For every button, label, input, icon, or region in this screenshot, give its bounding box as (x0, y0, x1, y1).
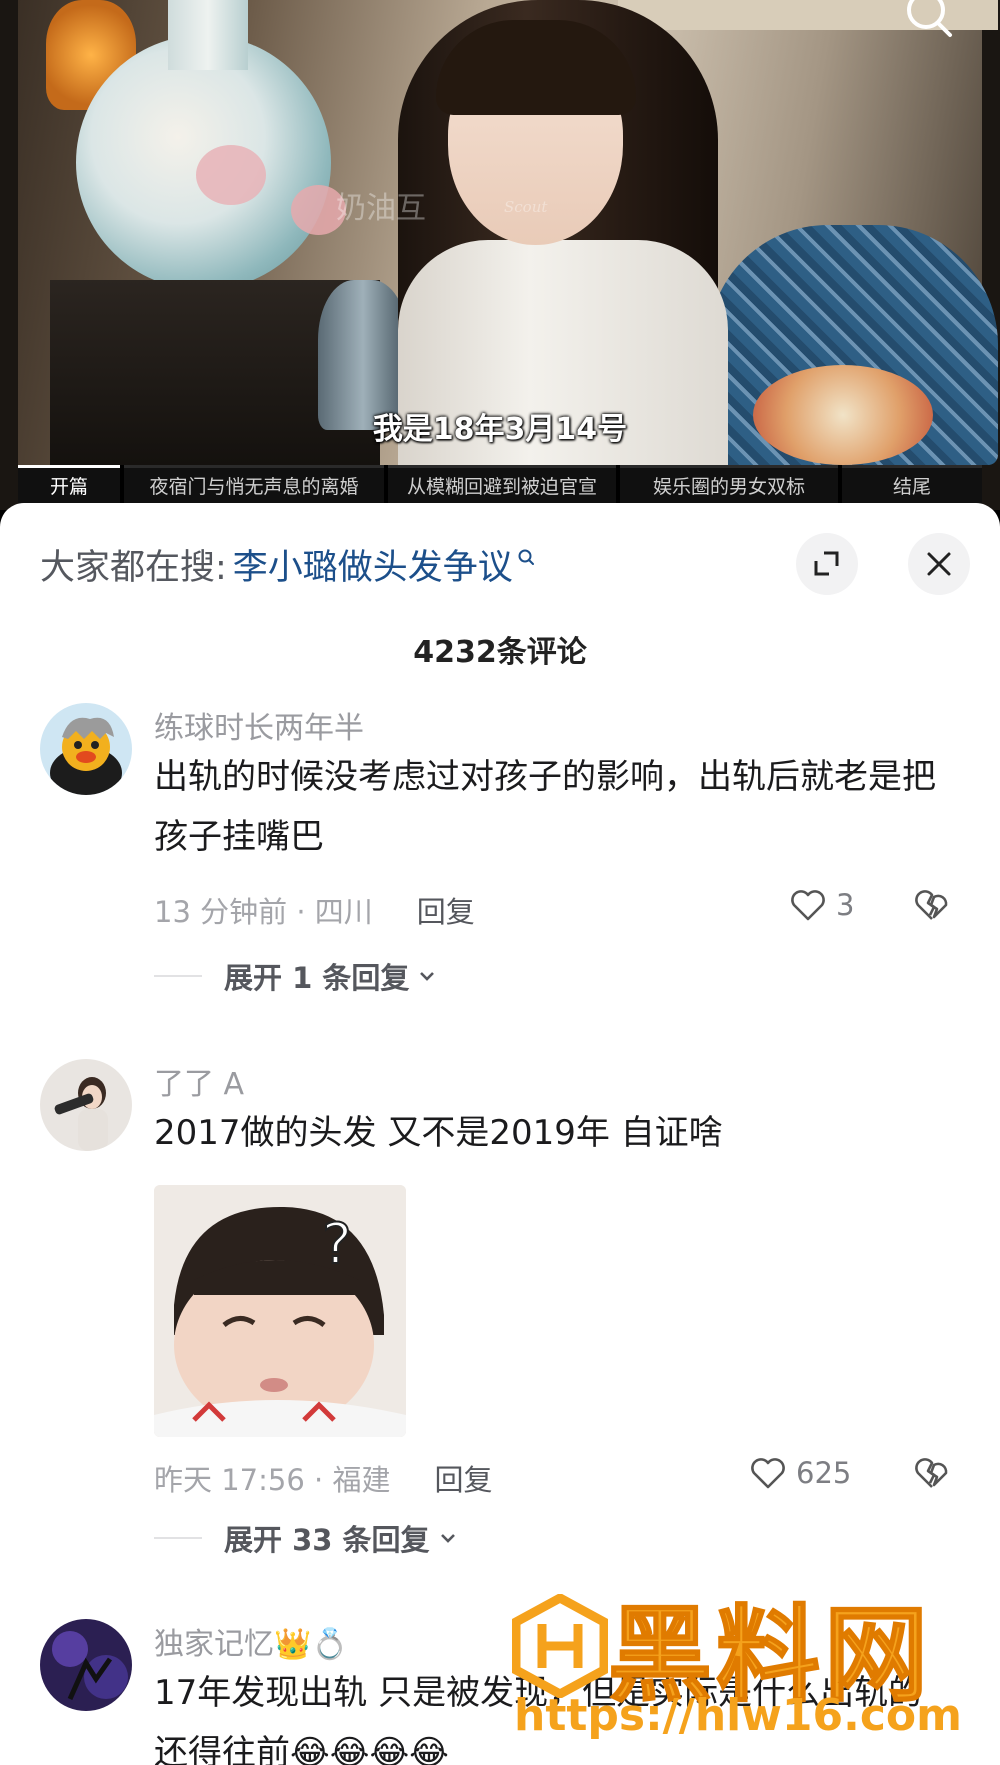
expand-replies-label: 展开 33 条回复 (224, 1523, 430, 1557)
like-count: 3 (836, 888, 855, 922)
comment-count: 4232条评论 (413, 635, 587, 670)
comment-time-location: 昨天 17:56 · 福建 (154, 1463, 391, 1497)
comment-text: 2017做的头发 又不是2019年 自证啥 (154, 1113, 723, 1153)
comment-meta: 13 分钟前 · 四川 回复 (154, 889, 475, 931)
search-icon[interactable] (900, 0, 956, 46)
chevron-down-icon (440, 1534, 455, 1543)
video-watermark: 奶油互 (336, 191, 426, 226)
brand-logo-icon (512, 1593, 608, 1698)
expand-replies-button[interactable]: 展开 33 条回复 (154, 1517, 460, 1559)
like-button[interactable]: 3 (788, 885, 854, 925)
comment-text: 出轨的时候没考虑过对孩子的影响，出轨后就老是把孩子挂嘴巴 (154, 757, 936, 857)
dislike-button[interactable] (912, 1453, 952, 1497)
broken-heart-icon (915, 1458, 948, 1488)
broken-heart-icon (915, 890, 948, 920)
chapter-item[interactable]: 娱乐圈的男女双标 (620, 465, 838, 503)
search-icon (518, 549, 534, 565)
hot-search-term[interactable]: 李小璐做头发争议 (233, 539, 513, 590)
svg-text:?: ? (322, 1212, 352, 1277)
heart-icon (791, 890, 825, 921)
like-count: 625 (796, 1456, 852, 1490)
like-button[interactable]: 625 (748, 1453, 851, 1493)
avatar[interactable] (40, 703, 132, 795)
chapter-item[interactable]: 从模糊回避到被迫官宣 (388, 465, 616, 503)
avatar[interactable] (40, 1619, 132, 1711)
chapter-item[interactable]: 结尾 (842, 465, 982, 503)
expand-replies-label: 展开 1 条回复 (224, 961, 410, 995)
comment-username[interactable]: 独家记忆👑💍 (154, 1619, 349, 1663)
expand-icon (814, 551, 839, 576)
porcelain-vase (76, 35, 346, 290)
comment-username[interactable]: 练球时长两年半 (154, 703, 364, 747)
hot-search-prefix: 大家都在搜: (40, 548, 227, 588)
chapter-item[interactable]: 夜宿门与悄无声息的离婚 (124, 465, 384, 503)
video-watermark-en: Scout (504, 198, 548, 216)
sticker-image[interactable]: ? (154, 1185, 406, 1437)
chapter-item[interactable]: 开篇 (18, 465, 120, 503)
chapter-bar: 开篇 夜宿门与悄无声息的离婚 从模糊回避到被迫官宣 娱乐圈的男女双标 结尾 (18, 465, 982, 503)
comment-meta: 昨天 17:56 · 福建 回复 (154, 1457, 492, 1499)
close-button[interactable] (908, 533, 970, 595)
video-subtitle: 我是18年3月14号 (372, 412, 628, 447)
expand-sheet-button[interactable] (796, 533, 858, 595)
close-icon (927, 552, 951, 576)
dislike-button[interactable] (912, 885, 952, 929)
video-player[interactable]: 奶油互 Scout 我是18年3月14号 开篇 夜宿门与悄无声息的离婚 从模糊回… (0, 0, 1000, 510)
heart-icon (751, 1458, 785, 1489)
comment-time-location: 13 分钟前 · 四川 (154, 895, 373, 929)
video-frame: 奶油互 Scout (18, 0, 998, 470)
brand-watermark-url: https://hlw16.com (514, 1690, 962, 1741)
expand-replies-button[interactable]: 展开 1 条回复 (154, 955, 439, 997)
reply-button[interactable]: 回复 (417, 889, 475, 931)
reply-button[interactable]: 回复 (434, 1457, 492, 1499)
chevron-down-icon (420, 972, 435, 981)
hot-search[interactable]: 大家都在搜: 李小璐做头发争议 (40, 539, 537, 590)
avatar[interactable] (40, 1059, 132, 1151)
comment-username[interactable]: 了了 A (154, 1059, 244, 1103)
